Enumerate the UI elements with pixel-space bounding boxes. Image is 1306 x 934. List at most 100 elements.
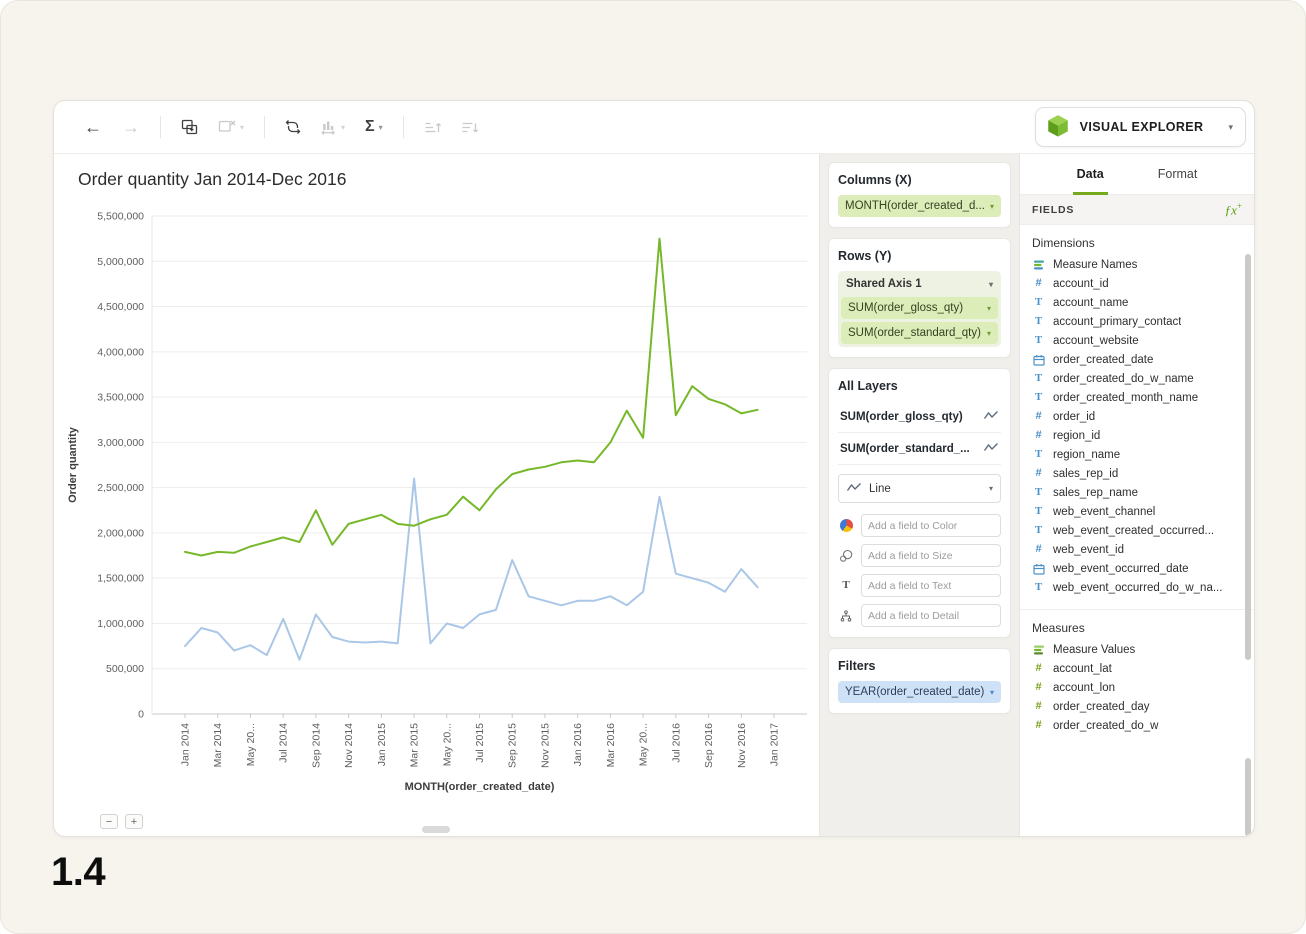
- svg-text:500,000: 500,000: [106, 663, 144, 675]
- field-label: sales_rep_id: [1053, 468, 1118, 480]
- page-number-label: 1.4: [51, 850, 105, 895]
- add-calculated-field-icon[interactable]: ƒx+: [1225, 202, 1242, 216]
- field-label: order_id: [1053, 411, 1095, 423]
- dimension-field-item[interactable]: T account_name: [1020, 293, 1254, 312]
- hash-icon: #: [1032, 278, 1045, 289]
- chevron-down-icon[interactable]: ▾: [989, 280, 993, 289]
- dimension-field-item[interactable]: # region_id: [1020, 426, 1254, 445]
- measure-field-item[interactable]: # account_lon: [1020, 678, 1254, 697]
- encoding-drop-input[interactable]: [861, 574, 1001, 597]
- sort-desc-button[interactable]: [454, 114, 485, 141]
- toolbar-separator: [403, 116, 404, 138]
- dimensions-list: Measure Names # account_id T account_nam…: [1020, 255, 1254, 597]
- horizontal-scrollbar-thumb[interactable]: [422, 826, 450, 833]
- text-icon: T: [1032, 582, 1045, 593]
- dimension-field-item[interactable]: T region_name: [1020, 445, 1254, 464]
- field-label: order_created_date: [1053, 354, 1153, 366]
- layer-label: SUM(order_gloss_qty): [840, 411, 963, 423]
- svg-text:Jan 2017: Jan 2017: [769, 723, 781, 766]
- arrow-right-button[interactable]: →: [115, 112, 147, 142]
- svg-text:May 20...: May 20...: [245, 723, 257, 766]
- sigma-button[interactable]: Σ▾: [358, 113, 390, 141]
- tab-data[interactable]: Data: [1073, 154, 1108, 195]
- dimension-field-item[interactable]: T account_website: [1020, 331, 1254, 350]
- order-quantity-line-chart[interactable]: 0500,0001,000,0001,500,0002,000,0002,500…: [54, 154, 819, 809]
- svg-text:Sep 2015: Sep 2015: [507, 723, 519, 768]
- arrow-left-button[interactable]: ←: [77, 112, 109, 142]
- field-label: web_event_created_occurred...: [1053, 525, 1214, 537]
- fields-header-bar: FIELDS ƒx+: [1020, 195, 1254, 225]
- text-icon: T: [1032, 335, 1045, 346]
- dimension-field-item[interactable]: T web_event_created_occurred...: [1020, 521, 1254, 540]
- dimensions-scrollbar-thumb[interactable]: [1245, 254, 1251, 660]
- chart-area: Order quantity Jan 2014-Dec 2016 0500,00…: [54, 154, 819, 836]
- layer-row[interactable]: SUM(order_gloss_qty): [838, 401, 1001, 433]
- shared-axis-header[interactable]: Shared Axis 1 ▾: [841, 274, 998, 297]
- line-chart-icon: [846, 481, 862, 496]
- clear-sheet-button[interactable]: ▾: [211, 113, 251, 141]
- columns-field-pill[interactable]: MONTH(order_created_d... ▾: [838, 195, 1001, 217]
- encoding-drop-input[interactable]: [861, 544, 1001, 567]
- visual-explorer-menu-button[interactable]: VISUAL EXPLORER ▾: [1035, 107, 1246, 147]
- field-label: Measure Names: [1053, 259, 1137, 271]
- layers-icon: [1032, 259, 1045, 271]
- fields-header-label: FIELDS: [1032, 204, 1074, 216]
- series-line-SUM(order_standard_qty)[interactable]: [185, 479, 758, 660]
- svg-text:Jan 2014: Jan 2014: [180, 723, 192, 766]
- dimension-field-item[interactable]: T order_created_month_name: [1020, 388, 1254, 407]
- chevron-down-icon[interactable]: ▾: [990, 202, 994, 211]
- encoding-drop-row: [838, 514, 1001, 537]
- measure-field-item[interactable]: # order_created_day: [1020, 697, 1254, 716]
- brand-label: VISUAL EXPLORER: [1080, 120, 1204, 134]
- dimension-field-item[interactable]: Measure Names: [1020, 255, 1254, 274]
- encoding-drop-input[interactable]: [861, 514, 1001, 537]
- pill-label: YEAR(order_created_date): [845, 686, 984, 698]
- chevron-down-icon[interactable]: ▾: [987, 329, 991, 338]
- field-label: web_event_occurred_do_w_na...: [1053, 582, 1222, 594]
- dimension-field-item[interactable]: T order_created_do_w_name: [1020, 369, 1254, 388]
- dimension-field-item[interactable]: # web_event_id: [1020, 540, 1254, 559]
- chevron-down-icon[interactable]: ▾: [987, 304, 991, 313]
- filters-shelf: Filters YEAR(order_created_date) ▾: [828, 648, 1011, 714]
- encoding-drop-row: [838, 604, 1001, 627]
- dimension-field-item[interactable]: T web_event_channel: [1020, 502, 1254, 521]
- duplicate-button[interactable]: [174, 113, 205, 141]
- measures-scrollbar-thumb[interactable]: [1245, 758, 1251, 836]
- measure-field-item[interactable]: # account_lat: [1020, 659, 1254, 678]
- fit-axes-button[interactable]: ▾: [314, 114, 352, 141]
- svg-text:4,000,000: 4,000,000: [97, 346, 144, 358]
- encoding-drop-input[interactable]: [861, 604, 1001, 627]
- dimension-field-item[interactable]: # sales_rep_id: [1020, 464, 1254, 483]
- svg-text:Sep 2016: Sep 2016: [703, 723, 715, 768]
- dimension-field-item[interactable]: # order_id: [1020, 407, 1254, 426]
- dimension-field-item[interactable]: T account_primary_contact: [1020, 312, 1254, 331]
- field-label: account_lon: [1053, 682, 1115, 694]
- shared-axis-group: Shared Axis 1 ▾ SUM(order_gloss_qty) ▾: [838, 271, 1001, 347]
- layer-row[interactable]: SUM(order_standard_...: [838, 433, 1001, 465]
- mark-type-select[interactable]: Line ▾: [838, 474, 1001, 503]
- svg-text:2,000,000: 2,000,000: [97, 527, 144, 539]
- filter-field-pill[interactable]: YEAR(order_created_date) ▾: [838, 681, 1001, 703]
- rows-field-pill[interactable]: SUM(order_gloss_qty) ▾: [841, 297, 998, 319]
- dimension-field-item[interactable]: T web_event_occurred_do_w_na...: [1020, 578, 1254, 597]
- chevron-down-icon[interactable]: ▾: [990, 688, 994, 697]
- swap-axes-button[interactable]: [278, 113, 308, 141]
- dimension-field-item[interactable]: order_created_date: [1020, 350, 1254, 369]
- svg-text:Jul 2014: Jul 2014: [278, 723, 290, 763]
- dimension-field-item[interactable]: T sales_rep_name: [1020, 483, 1254, 502]
- measure-field-item[interactable]: # order_created_do_w: [1020, 716, 1254, 735]
- text-icon: T: [1032, 506, 1045, 517]
- measure-field-item[interactable]: Measure Values: [1020, 640, 1254, 659]
- rows-field-pill[interactable]: SUM(order_standard_qty) ▾: [841, 322, 998, 344]
- hash-green-icon: #: [1032, 663, 1045, 674]
- zoom-in-button[interactable]: +: [125, 814, 143, 829]
- tab-format[interactable]: Format: [1154, 154, 1202, 195]
- sort-asc-button[interactable]: [417, 114, 448, 141]
- dimension-field-item[interactable]: web_event_occurred_date: [1020, 559, 1254, 578]
- pill-label: SUM(order_gloss_qty): [848, 302, 963, 314]
- text-icon: T: [1032, 316, 1045, 327]
- dimension-field-item[interactable]: # account_id: [1020, 274, 1254, 293]
- svg-text:5,500,000: 5,500,000: [97, 211, 144, 223]
- rows-shelf-title: Rows (Y): [838, 249, 1001, 263]
- zoom-out-button[interactable]: −: [100, 814, 118, 829]
